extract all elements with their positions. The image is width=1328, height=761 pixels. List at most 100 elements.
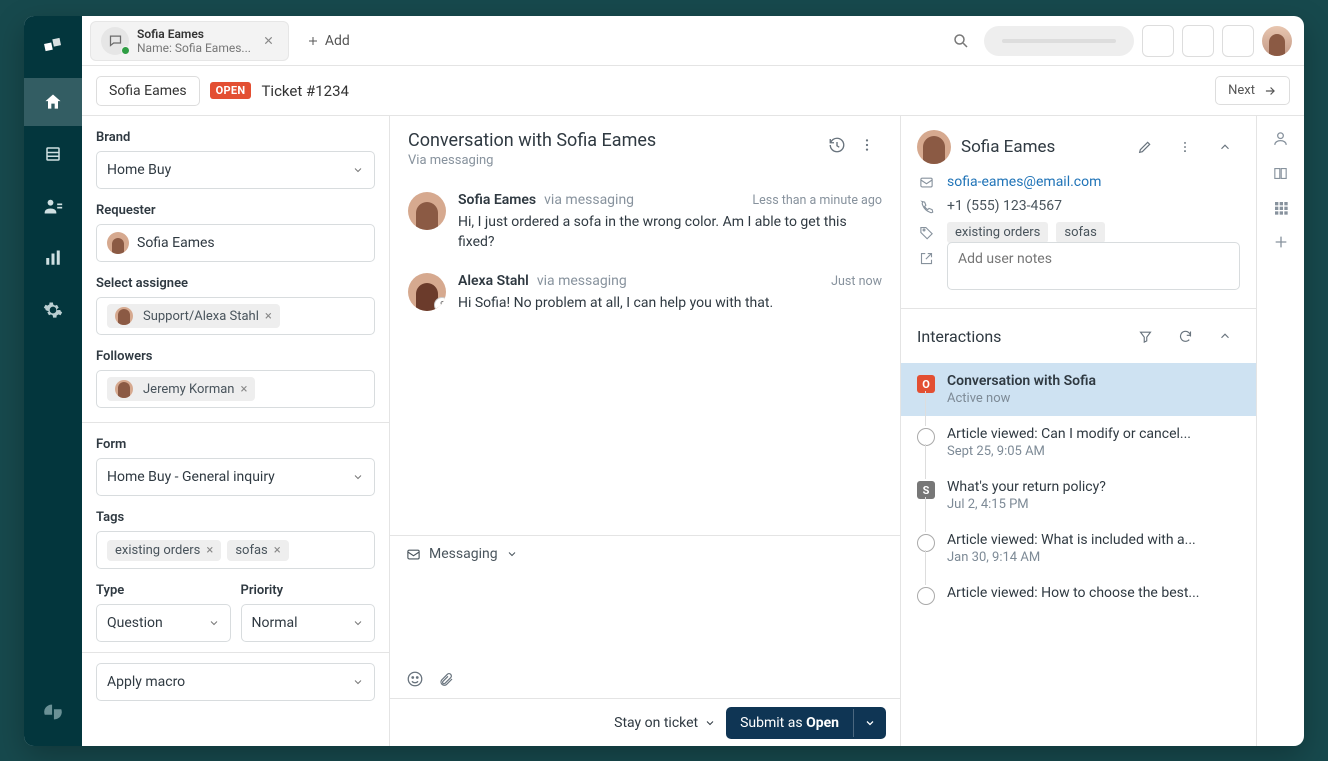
followers-input[interactable]: Jeremy Korman × (96, 370, 375, 408)
ticket-properties-panel: Brand Home Buy Requester Sofia Eames Sel… (82, 116, 390, 746)
interaction-item[interactable]: Article viewed: What is included with a.… (901, 522, 1256, 575)
interactions-heading: Interactions (917, 327, 1120, 346)
context-phone: +1 (555) 123-4567 (947, 198, 1062, 214)
topbar-square-3[interactable] (1222, 25, 1254, 57)
workspace-tab[interactable]: Sofia Eames Name: Sofia Eames... (90, 21, 289, 61)
chevron-down-icon (208, 617, 220, 629)
interactions-list: O Conversation with SofiaActive now Arti… (901, 363, 1256, 746)
search-icon[interactable] (946, 26, 976, 56)
assignee-input[interactable]: Support/Alexa Stahl × (96, 297, 375, 335)
collapse-icon[interactable] (1210, 132, 1240, 162)
interaction-item[interactable]: Article viewed: How to choose the best..… (901, 575, 1256, 615)
add-tab-label: Add (325, 33, 350, 49)
tab-title: Sofia Eames (137, 27, 251, 41)
composer-textarea[interactable] (390, 572, 900, 664)
avatar-icon (115, 380, 133, 398)
more-icon[interactable] (1170, 132, 1200, 162)
edit-icon[interactable] (1130, 132, 1160, 162)
remove-token-icon[interactable]: × (265, 309, 272, 324)
history-icon[interactable] (822, 130, 852, 160)
emoji-icon[interactable] (406, 670, 424, 688)
message: Alexa Stahl via messaging Just now Hi So… (408, 263, 882, 323)
message-time: Less than a minute ago (752, 193, 882, 208)
brand-select[interactable]: Home Buy (96, 151, 375, 189)
followers-label: Followers (96, 349, 375, 364)
knowledge-icon[interactable] (1272, 165, 1289, 182)
article-icon (917, 534, 935, 552)
topbar-square-2[interactable] (1182, 25, 1214, 57)
phone-icon (917, 199, 935, 214)
nav-home[interactable] (24, 78, 82, 126)
interaction-item[interactable]: S What's your return policy?Jul 2, 4:15 … (901, 469, 1256, 522)
close-tab-icon[interactable] (259, 31, 278, 50)
status-open-icon: O (917, 375, 935, 393)
attachment-icon[interactable] (438, 670, 454, 688)
requester-chip[interactable]: Sofia Eames (96, 76, 200, 106)
requester-input[interactable]: Sofia Eames (96, 224, 375, 262)
user-notes-textarea[interactable] (947, 242, 1240, 290)
priority-select[interactable]: Normal (241, 604, 376, 642)
message-body: Hi, I just ordered a sofa in the wrong c… (458, 212, 882, 253)
message-time: Just now (831, 274, 882, 289)
type-label: Type (96, 583, 231, 598)
message-body: Hi Sofia! No problem at all, I can help … (458, 293, 882, 313)
apps-icon[interactable] (1273, 200, 1289, 216)
apply-macro-select[interactable]: Apply macro (96, 663, 375, 701)
avatar-icon (107, 232, 129, 254)
collapse-icon[interactable] (1210, 321, 1240, 351)
interaction-item[interactable]: O Conversation with SofiaActive now (901, 363, 1256, 416)
remove-token-icon[interactable]: × (240, 382, 247, 397)
add-tab-button[interactable]: Add (297, 27, 360, 55)
nav-views[interactable] (24, 130, 82, 178)
context-tag[interactable]: sofas (1056, 222, 1104, 243)
submit-button[interactable]: Submit as Open (726, 707, 886, 739)
message-via: via messaging (544, 192, 634, 208)
chevron-down-icon (352, 471, 364, 483)
nav-admin[interactable] (24, 286, 82, 334)
ticket-number: Ticket #1234 (261, 82, 348, 100)
next-button[interactable]: Next (1215, 76, 1290, 105)
main-area: Sofia Eames Name: Sofia Eames... Add (82, 16, 1304, 746)
conversation-title: Conversation with Sofia Eames (408, 130, 822, 151)
remove-token-icon[interactable]: × (274, 543, 281, 558)
tag-icon (917, 225, 935, 240)
left-nav (24, 16, 82, 746)
form-select[interactable]: Home Buy - General inquiry (96, 458, 375, 496)
avatar-icon (115, 307, 133, 325)
context-name: Sofia Eames (961, 137, 1120, 157)
tab-subtitle: Name: Sofia Eames... (137, 41, 251, 55)
next-label: Next (1228, 83, 1255, 98)
apps-rail (1256, 116, 1304, 746)
conversation-via: Via messaging (408, 153, 822, 168)
nav-reporting[interactable] (24, 234, 82, 282)
nav-customers[interactable] (24, 182, 82, 230)
filter-icon[interactable] (1130, 321, 1160, 351)
submit-dropdown-icon[interactable] (853, 709, 886, 737)
stay-on-ticket-select[interactable]: Stay on ticket (614, 715, 716, 731)
profile-avatar[interactable] (1262, 26, 1292, 56)
context-email[interactable]: sofia-eames@email.com (947, 174, 1101, 190)
priority-label: Priority (241, 583, 376, 598)
tags-input[interactable]: existing orders× sofas× (96, 531, 375, 569)
assignee-label: Select assignee (96, 276, 375, 291)
chevron-down-icon (352, 676, 364, 688)
more-icon[interactable] (852, 130, 882, 160)
chat-icon (101, 27, 129, 55)
user-icon[interactable] (1272, 130, 1289, 147)
interaction-item[interactable]: Article viewed: Can I modify or cancel..… (901, 416, 1256, 469)
email-icon (917, 175, 935, 190)
composer-channel-select[interactable]: Messaging (390, 536, 900, 572)
message: Sofia Eames via messaging Less than a mi… (408, 182, 882, 263)
topbar-square-1[interactable] (1142, 25, 1174, 57)
remove-token-icon[interactable]: × (206, 543, 213, 558)
composer: Messaging (390, 535, 900, 698)
add-app-icon[interactable] (1273, 234, 1289, 250)
context-tag[interactable]: existing orders (947, 222, 1048, 243)
external-link-icon (917, 251, 935, 266)
message-via: via messaging (537, 273, 627, 289)
type-select[interactable]: Question (96, 604, 231, 642)
search-placeholder-pill[interactable] (984, 26, 1134, 56)
tags-label: Tags (96, 510, 375, 525)
refresh-icon[interactable] (1170, 321, 1200, 351)
article-icon (917, 587, 935, 605)
